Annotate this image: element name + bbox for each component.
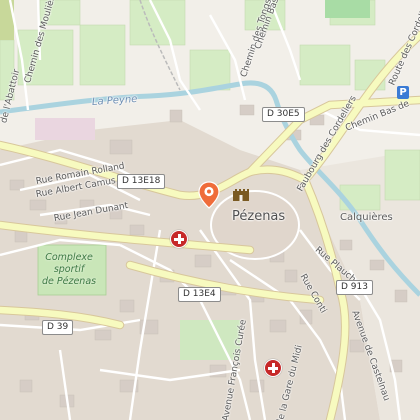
road-shield-d913: D 913 — [336, 280, 373, 295]
pharmacy-icon[interactable] — [264, 359, 282, 377]
road-shield-d13e18: D 13E18 — [117, 174, 166, 189]
grass-patch — [325, 0, 370, 18]
sports-complex-line-1: Complexe — [45, 252, 93, 263]
industrial-area — [35, 118, 95, 140]
map-marker-icon[interactable] — [198, 181, 220, 209]
road-shield-d30e5: D 30E5 — [262, 107, 305, 122]
map-view[interactable]: Pézenas Calquières La Peyne Complexe spo… — [0, 0, 420, 420]
sports-complex-line-3: de Pézenas — [42, 276, 97, 287]
district-label-calquieres: Calquières — [340, 212, 393, 223]
sports-complex-line-2: sportif — [53, 264, 85, 275]
road-shield-d13e4: D 13E4 — [178, 287, 221, 302]
green-space — [180, 320, 240, 360]
parking-icon[interactable]: P — [397, 86, 409, 99]
pharmacy-icon[interactable] — [170, 230, 188, 248]
map-base-layer — [0, 0, 420, 420]
town-label: Pézenas — [232, 209, 286, 224]
road-shield-d39: D 39 — [42, 320, 74, 335]
sports-complex-label: Complexe sportif de Pézenas — [42, 252, 96, 288]
castle-icon[interactable] — [232, 186, 250, 202]
